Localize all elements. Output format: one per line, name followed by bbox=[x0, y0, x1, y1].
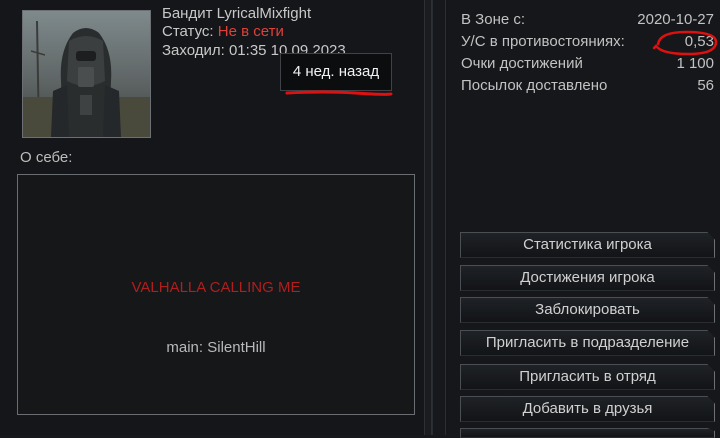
last-visit-tooltip: 4 нед. назад bbox=[280, 53, 392, 91]
red-circle-annotation bbox=[652, 30, 718, 56]
status-value: Не в сети bbox=[217, 23, 284, 40]
stat-row-parcels: Посылок доставлено 56 bbox=[461, 77, 714, 97]
red-underline-annotation bbox=[285, 90, 393, 96]
panel-divider bbox=[424, 0, 432, 435]
stat-label: Очки достижений bbox=[461, 55, 583, 72]
stat-label: Посылок доставлено bbox=[461, 77, 608, 94]
about-line-2: main: SilentHill bbox=[166, 339, 266, 356]
add-friend-button[interactable]: Добавить в друзья bbox=[460, 396, 715, 422]
about-line-1: VALHALLA CALLING ME bbox=[131, 279, 301, 296]
player-stats-button[interactable]: Статистика игрока bbox=[460, 232, 715, 258]
block-button[interactable]: Заблокировать bbox=[460, 297, 715, 323]
invite-squad-button[interactable]: Пригласить в отряд bbox=[460, 364, 715, 390]
status-line: Статус: Не в сети bbox=[162, 23, 284, 40]
avatar bbox=[22, 10, 151, 138]
stat-value: 56 bbox=[697, 77, 714, 94]
more-button[interactable] bbox=[460, 428, 715, 438]
about-label: О себе: bbox=[20, 149, 73, 166]
player-achievements-button[interactable]: Достижения игрока bbox=[460, 265, 715, 291]
invite-subdivision-button[interactable]: Пригласить в подразделение bbox=[460, 330, 715, 356]
stat-label: В Зоне с: bbox=[461, 11, 526, 28]
avatar-image bbox=[23, 11, 150, 137]
stat-label: У/С в противостояниях: bbox=[461, 33, 625, 50]
player-name: Бандит LyricalMixfight bbox=[162, 5, 312, 22]
status-label: Статус: bbox=[162, 23, 218, 40]
about-box: VALHALLA CALLING ME main: SilentHill bbox=[17, 174, 415, 415]
